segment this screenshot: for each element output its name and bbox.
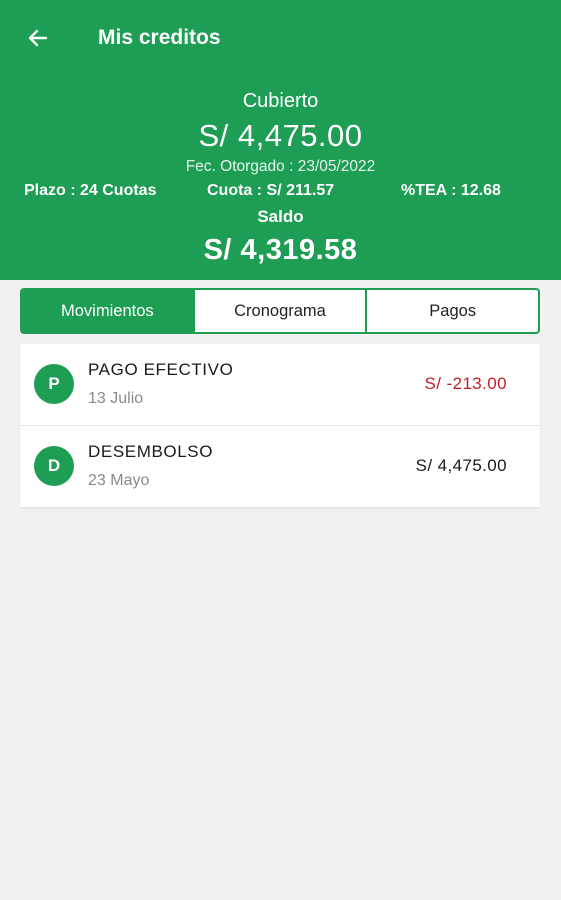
term-label: Plazo : 24 Cuotas bbox=[24, 182, 157, 199]
tab-cronograma[interactable]: Cronograma bbox=[195, 290, 368, 332]
credit-details-row: Plazo : 24 Cuotas Cuota : S/ 211.57 %TEA… bbox=[24, 179, 524, 203]
list-item[interactable]: D DESEMBOLSO 23 Mayo S/ 4,475.00 bbox=[20, 426, 540, 507]
arrow-left-icon bbox=[28, 29, 48, 47]
back-button[interactable] bbox=[20, 20, 56, 56]
balance-label: Saldo bbox=[257, 207, 304, 226]
tab-pagos[interactable]: Pagos bbox=[367, 290, 538, 332]
installment-label: Cuota : S/ 211.57 bbox=[207, 182, 335, 199]
movement-amount: S/ 4,475.00 bbox=[415, 456, 507, 475]
credit-amount: S/ 4,475.00 bbox=[198, 118, 363, 153]
movement-date: 23 Mayo bbox=[88, 472, 150, 489]
movement-date: 13 Julio bbox=[88, 390, 144, 407]
movement-type-badge: P bbox=[34, 364, 74, 404]
page-title: Mis creditos bbox=[98, 26, 221, 49]
movement-title: DESEMBOLSO bbox=[88, 442, 214, 461]
tab-movimientos[interactable]: Movimientos bbox=[22, 290, 195, 332]
movement-amount: S/ -213.00 bbox=[424, 374, 507, 393]
tea-label: %TEA : 12.68 bbox=[401, 182, 501, 199]
header: Mis creditos Cubierto S/ 4,475.00 Fec. O… bbox=[0, 0, 561, 280]
granted-date: Fec. Otorgado : 23/05/2022 bbox=[185, 158, 376, 175]
list-item[interactable]: P PAGO EFECTIVO 13 Julio S/ -213.00 bbox=[20, 344, 540, 426]
credit-status: Cubierto bbox=[242, 90, 319, 112]
balance-amount: S/ 4,319.58 bbox=[203, 234, 358, 266]
movements-list: P PAGO EFECTIVO 13 Julio S/ -213.00 D DE… bbox=[20, 344, 540, 507]
movement-type-badge: D bbox=[34, 446, 74, 486]
tab-bar: Movimientos Cronograma Pagos bbox=[20, 288, 540, 334]
movement-title: PAGO EFECTIVO bbox=[88, 360, 234, 379]
